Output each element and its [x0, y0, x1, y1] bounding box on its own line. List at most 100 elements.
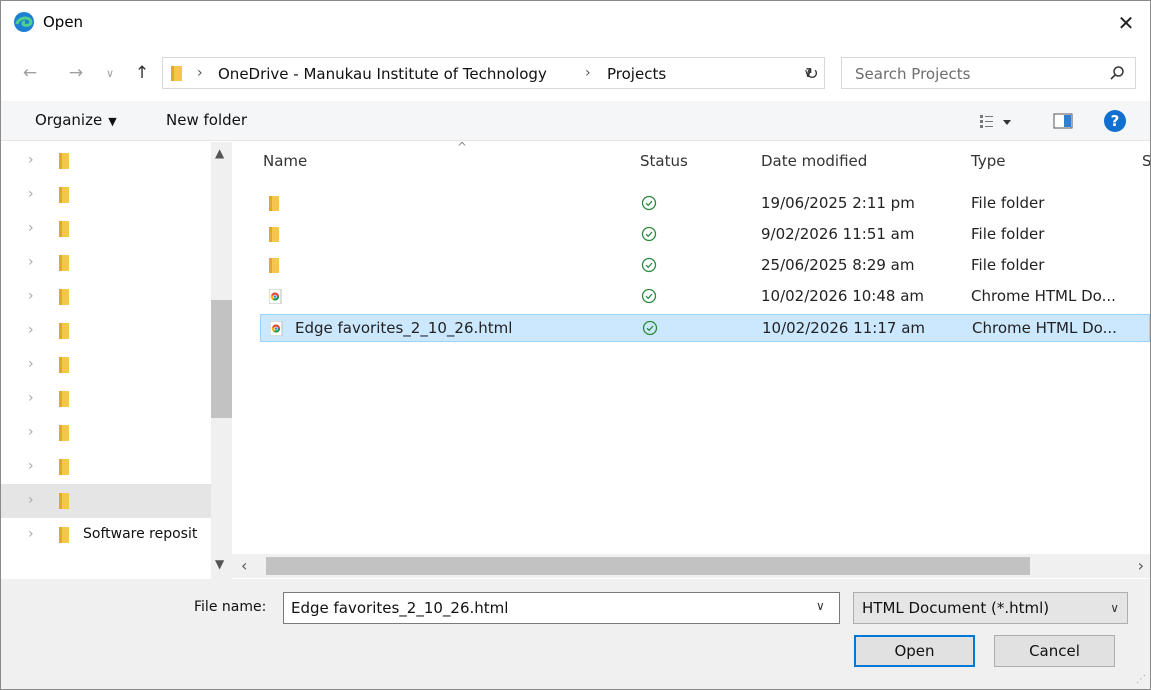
forward-button[interactable]: → — [65, 61, 87, 85]
tree-item[interactable]: › — [1, 382, 211, 416]
tree-item[interactable]: › — [1, 348, 211, 382]
sync-status-ok-icon — [641, 226, 657, 242]
view-options-icon[interactable] — [979, 113, 1015, 131]
tree-item[interactable]: › — [1, 450, 211, 484]
tree-item[interactable]: › — [1, 416, 211, 450]
up-button[interactable]: ↑ — [131, 61, 153, 85]
back-button[interactable]: ← — [19, 61, 41, 85]
file-name-input[interactable] — [283, 592, 840, 624]
folder-icon — [59, 289, 69, 305]
refresh-button[interactable]: ↻ — [799, 57, 825, 89]
file-date-modified: 19/06/2025 2:11 pm — [761, 194, 915, 212]
column-header-date-modified[interactable]: Date modified — [761, 142, 867, 182]
navigation-row: ← → ∨ ↑ › OneDrive - Manukau Institute o… — [1, 53, 1150, 93]
file-type-select[interactable]: HTML Document (*.html) ∨ — [853, 592, 1128, 624]
tree-item[interactable]: › — [1, 314, 211, 348]
column-header-status[interactable]: Status — [640, 142, 688, 182]
file-date-modified: 10/02/2026 10:48 am — [761, 287, 925, 305]
dialog-footer: File name: ∨ HTML Document (*.html) ∨ Op… — [1, 579, 1150, 689]
folder-icon — [59, 357, 69, 373]
chevron-right-icon[interactable]: › — [28, 390, 34, 406]
arrow-right-icon: → — [68, 63, 84, 83]
file-row[interactable]: 25/06/2025 8:29 am File folder — [260, 252, 1150, 280]
folder-icon — [59, 459, 69, 475]
arrow-up-icon: ↑ — [134, 63, 150, 83]
cancel-button[interactable]: Cancel — [994, 635, 1115, 667]
file-date-modified: 25/06/2025 8:29 am — [761, 256, 915, 274]
breadcrumb-onedrive[interactable]: OneDrive - Manukau Institute of Technolo… — [218, 65, 547, 83]
chevron-right-icon[interactable]: › — [28, 424, 34, 440]
arrow-left-icon: ← — [22, 63, 38, 83]
chevron-right-icon[interactable]: › — [28, 152, 34, 168]
scroll-up-icon[interactable]: ▲ — [215, 146, 224, 160]
tree-item[interactable]: › Software reposit — [1, 518, 211, 552]
refresh-icon: ↻ — [805, 63, 819, 83]
title-bar: Open ✕ — [1, 1, 1150, 45]
resize-grip-icon[interactable]: ⋰ — [1136, 674, 1146, 685]
file-type: File folder — [971, 256, 1045, 274]
tree-item[interactable]: › — [1, 212, 211, 246]
sort-ascending-icon: ^ — [457, 142, 468, 154]
file-row[interactable]: 9/02/2026 11:51 am File folder — [260, 221, 1150, 249]
close-icon: ✕ — [1117, 11, 1135, 35]
column-header-name[interactable]: Name ^ — [263, 142, 467, 182]
folder-icon — [269, 258, 279, 273]
chevron-right-icon[interactable]: › — [28, 288, 34, 304]
column-header-size[interactable]: S — [1142, 142, 1150, 182]
navigation-pane: › › › › › › › › › › › › Software reposit ▲ ▼ — [1, 142, 232, 579]
sync-status-ok-icon — [641, 257, 657, 273]
chevron-right-icon[interactable]: › — [28, 322, 34, 338]
search-box[interactable]: Search Projects — [841, 57, 1136, 89]
chevron-right-icon[interactable]: › — [28, 526, 34, 542]
recent-locations-button[interactable]: ∨ — [99, 61, 121, 85]
folder-icon — [59, 255, 69, 271]
help-button[interactable]: ? — [1104, 110, 1126, 132]
open-file-dialog: Open ✕ ← → ∨ ↑ › OneDrive - Manukau Inst… — [0, 0, 1151, 690]
folder-icon — [59, 187, 69, 203]
scroll-left-icon[interactable]: ‹ — [241, 556, 247, 575]
chevron-right-icon[interactable]: › — [28, 458, 34, 474]
command-toolbar: Organize ▼ New folder ? — [1, 101, 1150, 141]
hscroll-thumb[interactable] — [266, 557, 1030, 575]
tree-item[interactable]: › — [1, 246, 211, 280]
organize-button[interactable]: Organize ▼ — [35, 111, 117, 129]
chevron-right-icon[interactable]: › — [28, 254, 34, 270]
column-header-type[interactable]: Type — [971, 142, 1005, 182]
tree-item[interactable]: › — [1, 280, 211, 314]
file-row[interactable]: 10/02/2026 10:48 am Chrome HTML Do... — [260, 283, 1150, 311]
close-button[interactable]: ✕ — [1102, 1, 1150, 45]
tree-item[interactable]: › — [1, 178, 211, 212]
file-row[interactable]: Edge favorites_2_10_26.html 10/02/2026 11… — [260, 314, 1150, 342]
tree-item[interactable]: › — [1, 484, 211, 518]
folder-icon — [59, 527, 69, 543]
tree-item[interactable]: › — [1, 144, 211, 178]
folder-icon — [59, 493, 69, 509]
tree-item-label: Software reposit — [83, 526, 198, 542]
chevron-right-icon[interactable]: › — [28, 356, 34, 372]
preview-pane-icon[interactable] — [1053, 113, 1073, 129]
chevron-right-icon[interactable]: › — [28, 220, 34, 236]
folder-icon — [171, 66, 182, 81]
chrome-html-icon — [269, 289, 282, 304]
scroll-down-icon[interactable]: ▼ — [215, 557, 224, 571]
caret-down-icon: ▼ — [108, 115, 117, 128]
chrome-html-icon — [270, 321, 283, 336]
window-title: Open — [43, 13, 84, 31]
new-folder-button[interactable]: New folder — [166, 111, 247, 129]
file-row[interactable]: 19/06/2025 2:11 pm File folder — [260, 190, 1150, 218]
breadcrumb-projects[interactable]: Projects — [607, 65, 666, 83]
address-bar[interactable]: › OneDrive - Manukau Institute of Techno… — [162, 57, 825, 89]
file-type: Chrome HTML Do... — [971, 287, 1116, 305]
sync-status-ok-icon — [641, 195, 657, 211]
chevron-down-icon[interactable]: ∨ — [816, 599, 825, 613]
nav-pane-scrollbar[interactable]: ▲ ▼ — [211, 142, 232, 579]
organize-label: Organize — [35, 111, 103, 129]
nav-pane-scroll-thumb[interactable] — [211, 300, 232, 418]
file-list-hscrollbar[interactable]: ‹ › — [232, 554, 1150, 578]
open-button[interactable]: Open — [854, 635, 975, 667]
chevron-right-icon[interactable]: › — [28, 492, 34, 508]
chevron-right-icon[interactable]: › — [28, 186, 34, 202]
column-name-label: Name — [263, 152, 308, 170]
scroll-right-icon[interactable]: › — [1138, 556, 1144, 575]
file-list: Name ^ Status Date modified Type S 19/06… — [232, 142, 1150, 554]
